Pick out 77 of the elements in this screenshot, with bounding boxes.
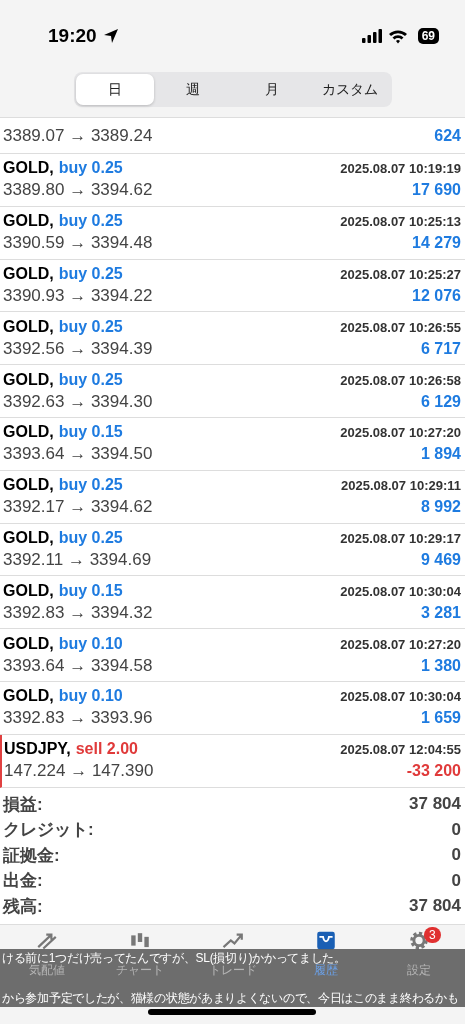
deal-symbol: GOLD, [3, 581, 54, 600]
profit-value: 624 [434, 126, 461, 145]
deal-time: 2025.08.07 12:04:55 [340, 742, 461, 758]
deal-type: buy 0.15 [58, 423, 123, 442]
deal-time: 2025.08.07 10:25:13 [340, 214, 461, 230]
deal-type: buy 0.10 [58, 634, 123, 653]
summary-label: 損益: [3, 793, 43, 816]
price-range: 3392.56 → 3394.39 [3, 338, 154, 359]
price-range: 3392.17 → 3394.62 [3, 497, 154, 518]
summary-label: クレジット: [3, 819, 94, 842]
price-range: 3389.07 → 3389.24 [3, 125, 154, 146]
summary-label: 出金: [3, 870, 43, 893]
profit-value: 17 690 [412, 181, 461, 200]
deal-type: buy 0.25 [58, 476, 123, 495]
price-range: 3393.64 → 3394.58 [3, 655, 154, 676]
deal-symbol: GOLD, [3, 634, 54, 653]
summary-label: 証拠金: [3, 844, 60, 867]
deal-symbol: GOLD, [3, 423, 54, 442]
deal-symbol: GOLD, [3, 159, 54, 178]
price-range: 3393.64 → 3394.50 [3, 444, 154, 465]
summary-value: 37 804 [409, 794, 461, 815]
deal-time: 2025.08.07 10:30:04 [340, 583, 461, 599]
deal-symbol: GOLD, [3, 212, 54, 231]
summary-value: 0 [451, 870, 461, 891]
price-range: 3392.83 → 3393.96 [3, 708, 154, 729]
price-range: 3392.63 → 3394.30 [3, 391, 154, 412]
deal-symbol: GOLD, [3, 476, 54, 495]
deal-time: 2025.08.07 10:30:04 [340, 689, 461, 705]
deal-symbol: GOLD, [3, 528, 54, 547]
deal-symbol: GOLD, [3, 265, 54, 283]
profit-value: 1 380 [420, 656, 461, 675]
price-range: 3390.93 → 3394.22 [3, 286, 154, 306]
deal-time: 2025.08.07 10:27:20 [340, 636, 461, 652]
deal-symbol: GOLD, [3, 317, 54, 336]
profit-value: 6 717 [420, 339, 461, 358]
deal-time: 2025.08.07 10:26:58 [340, 372, 461, 388]
deal-type: buy 0.25 [58, 317, 123, 336]
profit-value: 12 076 [412, 287, 461, 305]
deal-type: buy 0.25 [58, 528, 123, 547]
battery-level: 69 [417, 28, 439, 44]
deal-type: buy 0.25 [58, 212, 123, 231]
summary-value: 0 [451, 845, 461, 866]
summary-label: 残高: [3, 895, 43, 918]
deal-type: sell 2.00 [75, 740, 138, 759]
profit-value: 6 129 [420, 392, 461, 411]
deal-symbol: GOLD, [3, 370, 54, 389]
summary-value: 0 [451, 819, 461, 840]
deal-time: 2025.08.07 10:29:17 [340, 530, 461, 546]
deal-type: buy 0.25 [58, 265, 123, 283]
deal-time: 2025.08.07 10:25:27 [340, 267, 461, 282]
deal-time: 2025.08.07 10:19:19 [340, 161, 461, 177]
profit-value: 1 659 [420, 709, 461, 728]
subtitle-text: ける前に1つだけ売ってたんですが、SL(損切り)かかってました。 [1, 951, 346, 965]
notification-badge: 3 [424, 927, 441, 943]
deal-symbol: GOLD, [3, 687, 54, 706]
deal-symbol: USDJPY, [4, 740, 71, 759]
profit-value: 9 469 [420, 550, 461, 569]
deal-time: 2025.08.07 10:29:11 [341, 478, 461, 494]
price-range: 147.224 → 147.390 [4, 761, 155, 782]
subtitle-text: から参加予定でしたが、猫様の状態があまりよくないので、今日はこのまま終わるかも [1, 991, 459, 1005]
profit-value: 3 281 [420, 603, 461, 622]
deal-type: buy 0.15 [58, 581, 123, 600]
deal-type: buy 0.10 [58, 687, 123, 706]
price-range: 3389.80 → 3394.62 [3, 180, 154, 201]
profit-value: 14 279 [412, 234, 461, 253]
deal-time: 2025.08.07 10:27:20 [340, 425, 461, 441]
summary-value: 37 804 [409, 896, 461, 917]
price-range: 3392.83 → 3394.32 [3, 602, 154, 623]
profit-value: -33 200 [406, 762, 461, 781]
deal-type: buy 0.25 [58, 159, 123, 178]
price-range: 3392.11 → 3394.69 [3, 549, 153, 570]
deal-type: buy 0.25 [58, 370, 123, 389]
status-time: 19:20 [48, 25, 97, 47]
price-range: 3390.59 → 3394.48 [3, 233, 154, 254]
profit-value: 1 894 [420, 445, 461, 464]
deal-time: 2025.08.07 10:26:55 [340, 319, 461, 335]
profit-value: 8 992 [420, 498, 461, 517]
